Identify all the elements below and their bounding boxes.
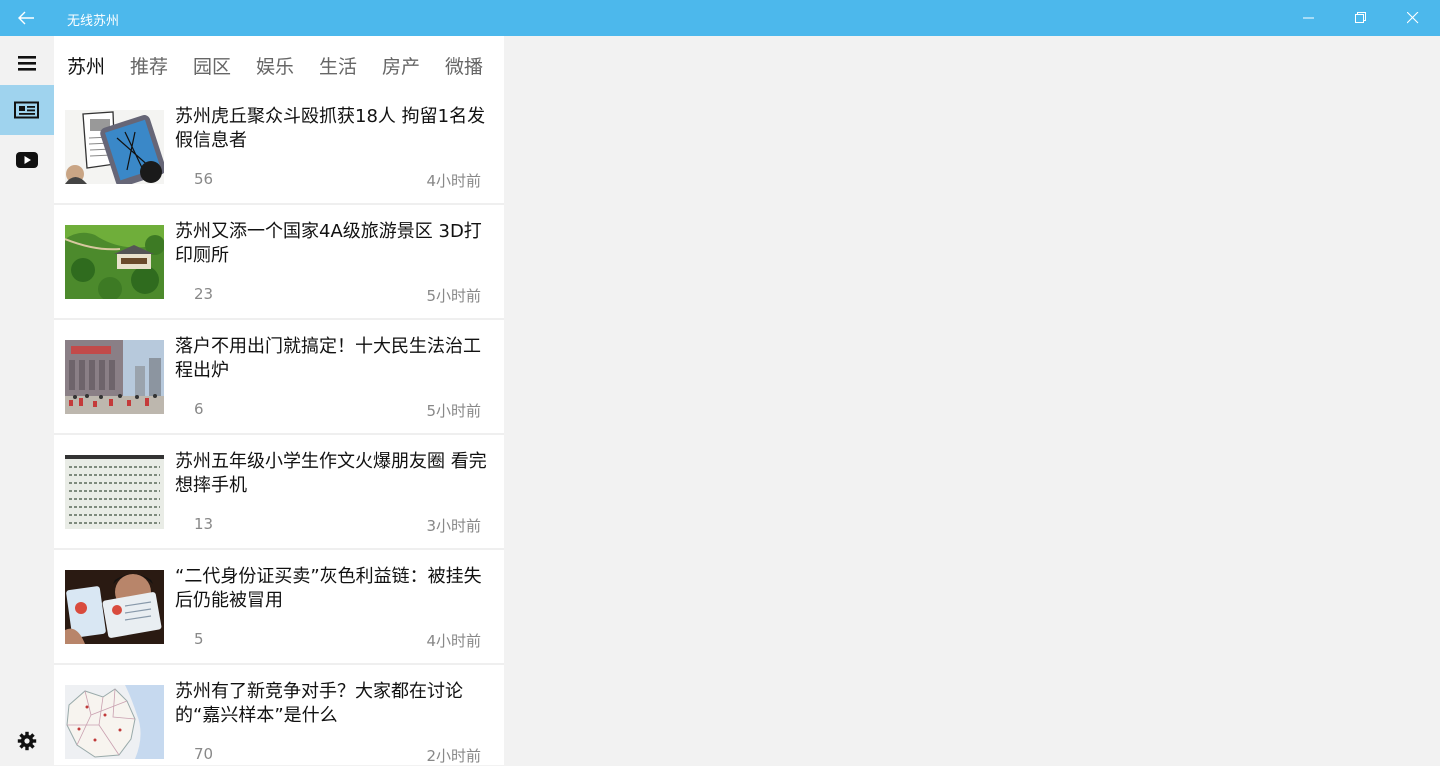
publish-time: 5小时前 (426, 287, 481, 305)
settings-button[interactable] (0, 716, 54, 766)
restore-icon (1355, 12, 1366, 23)
news-item[interactable]: “二代身份证买卖”灰色利益链：被挂失后仍能被冒用 5 4小时前 (54, 550, 504, 665)
title-bar: 无线苏州 (0, 0, 1440, 36)
nav-video[interactable] (0, 135, 54, 185)
news-panel: 苏州 推荐 园区 娱乐 生活 房产 微播 苏州虎丘聚众斗殴抓获18人 拘留1名发… (54, 36, 504, 765)
news-thumbnail (65, 685, 164, 759)
category-tabs: 苏州 推荐 园区 娱乐 生活 房产 微播 (54, 36, 504, 88)
comment-count: 5 (194, 630, 204, 648)
nav-news[interactable] (0, 85, 54, 135)
close-icon (1407, 12, 1419, 24)
publish-time: 2小时前 (426, 747, 481, 765)
comment-count: 23 (194, 285, 214, 303)
news-title: “二代身份证买卖”灰色利益链：被挂失后仍能被冒用 (175, 566, 482, 611)
news-thumbnail (65, 110, 164, 184)
news-title: 苏州五年级小学生作文火爆朋友圈 看完想摔手机 (175, 451, 487, 496)
comment-count: 6 (194, 400, 204, 418)
tab-suzhou[interactable]: 苏州 (67, 52, 105, 79)
minimize-button[interactable] (1286, 0, 1332, 36)
close-button[interactable] (1390, 0, 1436, 36)
news-thumbnail (65, 340, 164, 414)
news-item[interactable]: 苏州虎丘聚众斗殴抓获18人 拘留1名发假信息者 56 4小时前 (54, 90, 504, 205)
tab-park[interactable]: 园区 (193, 52, 231, 79)
publish-time: 4小时前 (426, 172, 481, 190)
news-title: 苏州虎丘聚众斗殴抓获18人 拘留1名发假信息者 (175, 106, 486, 151)
window-title: 无线苏州 (67, 14, 120, 29)
news-item[interactable]: 落户不用出门就搞定！十大民生法治工程出炉 6 5小时前 (54, 320, 504, 435)
comment-count: 13 (194, 515, 214, 533)
news-item[interactable]: 苏州有了新竞争对手？大家都在讨论的“嘉兴样本”是什么 70 2小时前 (54, 665, 504, 765)
news-title: 苏州有了新竞争对手？大家都在讨论的“嘉兴样本”是什么 (175, 681, 463, 726)
back-arrow-icon (18, 11, 34, 25)
newspaper-icon (14, 101, 39, 119)
news-item[interactable]: 苏州又添一个国家4A级旅游景区 3D打印厕所 23 5小时前 (54, 205, 504, 320)
news-thumbnail (65, 570, 164, 644)
publish-time: 4小时前 (426, 632, 481, 650)
restore-button[interactable] (1338, 0, 1384, 36)
video-play-icon (16, 152, 38, 168)
publish-time: 5小时前 (426, 402, 481, 420)
news-item[interactable]: 苏州五年级小学生作文火爆朋友圈 看完想摔手机 13 3小时前 (54, 435, 504, 550)
news-thumbnail (65, 225, 164, 299)
news-thumbnail (65, 455, 164, 529)
gear-icon (17, 731, 37, 751)
nav-rail (0, 36, 54, 765)
comment-count: 70 (194, 745, 214, 763)
hamburger-menu-button[interactable] (0, 38, 54, 88)
minimize-icon (1303, 17, 1314, 19)
back-button[interactable] (14, 8, 38, 28)
hamburger-icon (18, 56, 36, 71)
comment-count: 56 (194, 170, 214, 188)
news-title: 苏州又添一个国家4A级旅游景区 3D打印厕所 (175, 221, 482, 266)
news-title: 落户不用出门就搞定！十大民生法治工程出炉 (175, 336, 481, 381)
tab-entertainment[interactable]: 娱乐 (256, 52, 294, 79)
tab-weibo[interactable]: 微播 (445, 52, 483, 79)
tab-life[interactable]: 生活 (319, 52, 357, 79)
publish-time: 3小时前 (426, 517, 481, 535)
tab-property[interactable]: 房产 (382, 52, 420, 79)
tab-recommend[interactable]: 推荐 (130, 52, 168, 79)
